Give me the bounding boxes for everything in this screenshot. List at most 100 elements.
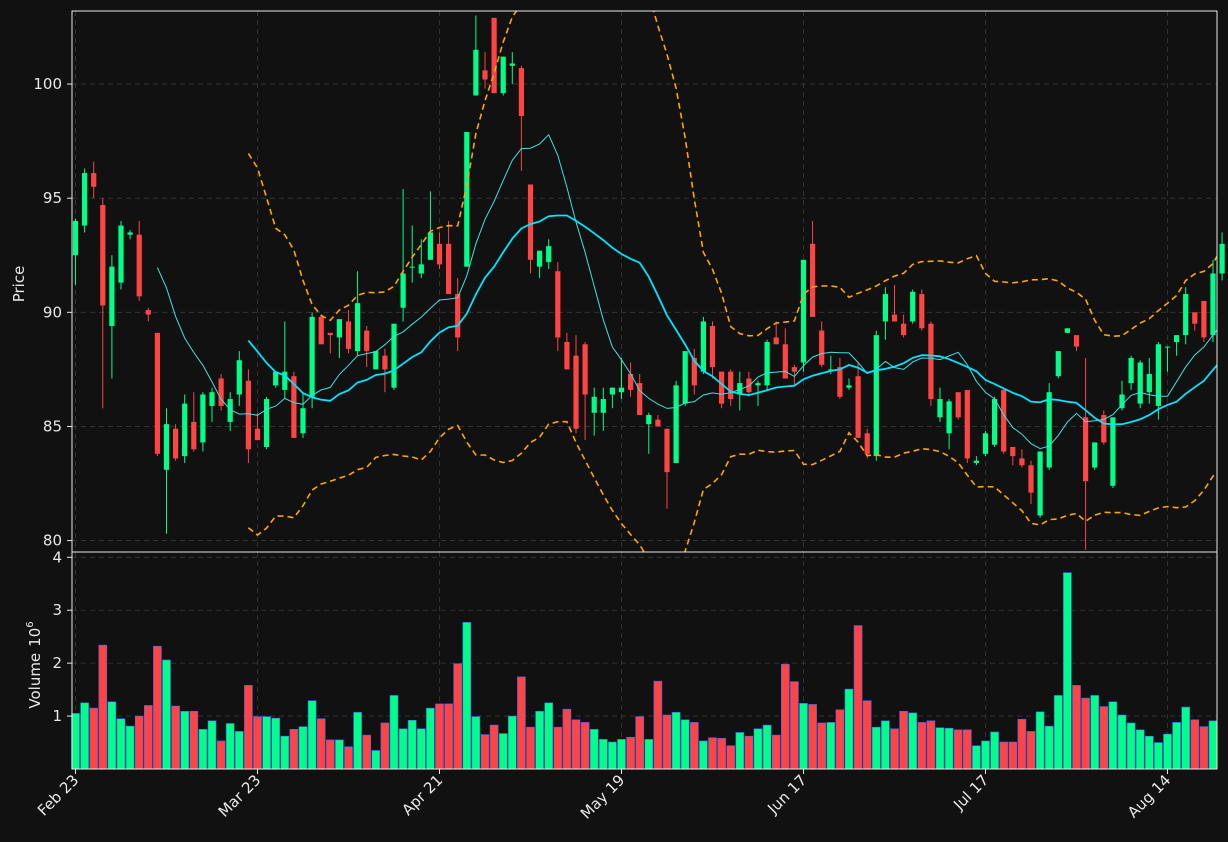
volume-axis-label-exponent: 6: [25, 621, 36, 627]
volume-bar: [162, 659, 171, 770]
volume-bar: [107, 701, 117, 770]
candle-body: [810, 243, 816, 317]
volume-bar: [535, 711, 544, 770]
candle-body: [327, 332, 333, 336]
volume-bar: [598, 739, 608, 770]
volume-bar: [453, 663, 463, 770]
candle-body: [209, 392, 215, 406]
volume-bar: [125, 725, 135, 770]
candle-body: [309, 316, 315, 397]
volume-bar: [817, 722, 827, 770]
candle-body: [409, 266, 415, 268]
volume-bar: [1190, 719, 1200, 770]
volume-bar: [498, 733, 508, 770]
volume-bar: [735, 732, 745, 770]
candle-body: [245, 380, 251, 450]
price-tick-label: 90: [43, 303, 62, 321]
volume-bar: [689, 722, 699, 770]
volume-bar: [808, 704, 817, 770]
candle-body: [264, 399, 270, 447]
volume-bar: [462, 622, 472, 770]
volume-bar: [189, 711, 199, 770]
candle-body: [1037, 451, 1043, 516]
volume-bar: [835, 709, 845, 770]
volume-bar: [644, 739, 654, 770]
volume-tick-label: 1: [52, 707, 62, 725]
volume-bar: [871, 726, 881, 770]
candle-body: [609, 387, 615, 395]
volume-bar: [180, 711, 190, 770]
volume-bar: [362, 734, 372, 770]
candle-body: [336, 319, 342, 338]
candle-body: [446, 243, 452, 295]
volume-bar: [699, 740, 708, 770]
candle-body: [254, 428, 261, 441]
candle-body: [1219, 243, 1225, 274]
candle-body: [655, 419, 661, 427]
candle-body: [391, 323, 397, 388]
volume-bar: [1163, 733, 1172, 770]
volume-tick-label: 2: [52, 654, 62, 672]
volume-bar: [507, 715, 517, 770]
candle-body: [709, 326, 716, 368]
candle-body: [591, 396, 597, 413]
candle-body: [1192, 312, 1198, 324]
candle-body: [891, 314, 898, 322]
volume-bar: [426, 707, 435, 770]
candle-body: [400, 273, 406, 308]
volume-bar: [153, 645, 162, 770]
volume-bar: [671, 712, 681, 770]
volume-axis-label-text: Volume: [26, 653, 44, 709]
volume-bar: [844, 688, 854, 770]
candle-body: [973, 460, 979, 463]
volume-bar: [826, 722, 836, 770]
volume-bar: [207, 720, 217, 770]
candle-body: [1001, 389, 1007, 452]
volume-bar: [416, 728, 426, 770]
volume-bar: [480, 734, 490, 770]
volume-bar: [926, 720, 936, 770]
volume-bar: [1154, 742, 1163, 770]
candle-body: [1164, 346, 1171, 348]
volume-bar: [344, 746, 353, 770]
volume-bar: [981, 740, 990, 770]
volume-bar: [626, 736, 635, 770]
candle-body: [764, 341, 770, 386]
volume-bar: [617, 739, 626, 770]
candle-body: [728, 371, 734, 400]
candle-body: [464, 131, 470, 267]
candle-body: [1064, 328, 1070, 333]
volume-bar: [380, 722, 390, 770]
price-tick-label: 85: [43, 417, 62, 435]
candle-body: [191, 421, 197, 450]
volume-bar: [962, 729, 972, 770]
volume-bar: [881, 720, 890, 770]
candle-body: [646, 415, 652, 425]
candle-body: [682, 351, 688, 404]
volume-bar: [271, 717, 281, 770]
volume-bar: [171, 705, 180, 770]
candle-body: [791, 367, 797, 372]
candle-body: [418, 264, 424, 274]
candle-body: [882, 294, 888, 322]
candle-body: [1183, 294, 1189, 336]
candle-body: [1055, 351, 1061, 377]
candle-body: [819, 330, 825, 365]
volume-bar: [435, 703, 444, 770]
volume-bar: [89, 707, 99, 770]
volume-bar: [1008, 741, 1018, 770]
volume-bar: [1026, 731, 1036, 770]
candle-body: [964, 389, 970, 459]
candle-body: [982, 433, 989, 454]
candle-body: [300, 408, 306, 434]
volume-bar: [935, 727, 945, 770]
volume-bar: [1199, 726, 1209, 770]
volume-bar: [589, 729, 599, 770]
volume-bar: [1044, 725, 1054, 770]
volume-bar: [890, 728, 899, 770]
candle-body: [546, 246, 552, 263]
candle-body: [436, 243, 443, 265]
volume-bar: [280, 735, 290, 770]
candle-body: [163, 424, 170, 470]
candle-body: [618, 387, 625, 393]
